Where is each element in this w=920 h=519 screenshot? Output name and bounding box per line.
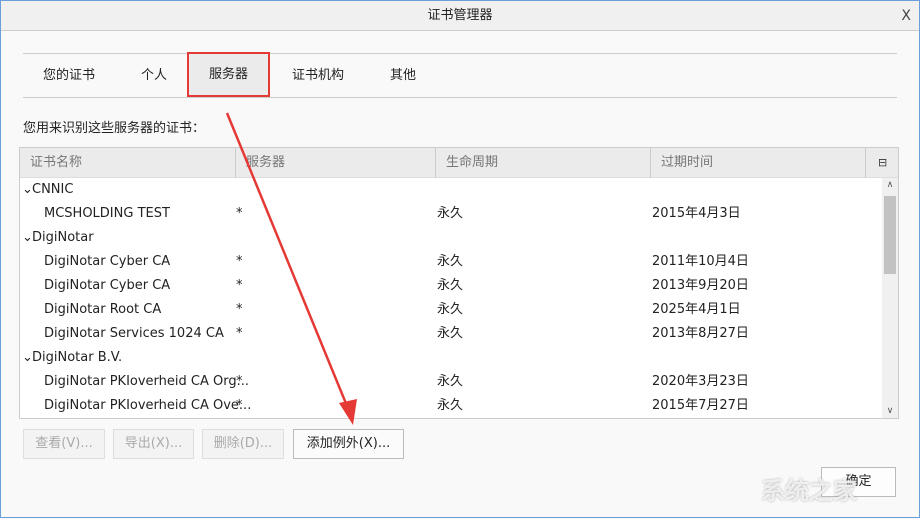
- cert-lifetime: 永久: [437, 326, 464, 341]
- cert-server: *: [236, 374, 243, 389]
- cert-name: DigiNotar PKIoverheid CA Ove...: [44, 398, 252, 413]
- col-server[interactable]: 服务器: [235, 148, 435, 178]
- col-lifetime[interactable]: 生命周期: [435, 148, 650, 178]
- description-label: 您用来识别这些服务器的证书：: [23, 121, 206, 136]
- cert-expires: 2020年3月23日: [652, 374, 749, 389]
- table-row[interactable]: DigiNotar Root CA * 永久 2025年4月1日: [20, 298, 884, 322]
- table-row[interactable]: DigiNotar Services 1024 CA * 永久 2013年8月27日: [20, 322, 884, 346]
- scroll-thumb[interactable]: [884, 196, 896, 274]
- group-name: DigiNotar B.V.: [32, 350, 123, 365]
- cert-expires: 2015年4月3日: [652, 206, 741, 221]
- column-picker-icon[interactable]: ⊟: [865, 148, 898, 178]
- cert-lifetime: 永久: [437, 254, 464, 269]
- add-exception-button[interactable]: 添加例外(X)...: [293, 429, 404, 459]
- tab-authorities[interactable]: 证书机构: [292, 54, 344, 97]
- col-expires[interactable]: 过期时间: [650, 148, 865, 178]
- cert-server: *: [236, 398, 243, 413]
- table-row[interactable]: DigiNotar Cyber CA * 永久 2013年9月20日: [20, 274, 884, 298]
- cert-table: 证书名称 服务器 生命周期 过期时间 ⊟ ⌄ CNNIC MCSHOLDING TE…: [19, 147, 899, 419]
- export-button[interactable]: 导出(X)...: [113, 429, 194, 459]
- cert-name: DigiNotar Root CA: [44, 302, 162, 317]
- cert-server: *: [236, 326, 243, 341]
- group-row[interactable]: ⌄ CNNIC: [20, 178, 884, 202]
- cert-expires: 2011年10月4日: [652, 254, 749, 269]
- close-button[interactable]: X: [901, 1, 911, 31]
- cert-lifetime: 永久: [437, 398, 464, 413]
- col-cert-name[interactable]: 证书名称: [20, 148, 235, 178]
- cert-name: DigiNotar Cyber CA: [44, 254, 171, 269]
- scrollbar[interactable]: ∧ ∨: [882, 178, 898, 418]
- window-title: 证书管理器: [427, 8, 493, 23]
- cert-name: DigiNotar Cyber CA: [44, 278, 171, 293]
- group-name: CNNIC: [32, 182, 74, 197]
- delete-button[interactable]: 删除(D)...: [202, 429, 284, 459]
- table-row[interactable]: DigiNotar Cyber CA * 永久 2011年10月4日: [20, 250, 884, 274]
- tab-your-certs[interactable]: 您的证书: [43, 54, 95, 97]
- table-header: 证书名称 服务器 生命周期 过期时间 ⊟: [20, 148, 898, 178]
- watermark: 系统之家: [761, 477, 857, 505]
- cert-lifetime: 永久: [437, 374, 464, 389]
- cert-server: *: [236, 278, 243, 293]
- group-name: DigiNotar: [32, 230, 94, 245]
- cert-server: *: [236, 254, 243, 269]
- cert-server: *: [236, 206, 243, 221]
- cert-lifetime: 永久: [437, 278, 464, 293]
- cert-expires: 2025年4月1日: [652, 302, 741, 317]
- title-bar: 证书管理器 X: [1, 1, 919, 31]
- cert-name: DigiNotar PKIoverheid CA Org...: [44, 374, 249, 389]
- scroll-up-icon[interactable]: ∧: [882, 180, 898, 190]
- view-button[interactable]: 查看(V)...: [23, 429, 105, 459]
- cert-lifetime: 永久: [437, 302, 464, 317]
- group-row[interactable]: ⌄ DigiNotar B.V.: [20, 346, 884, 370]
- table-row[interactable]: MCSHOLDING TEST * 永久 2015年4月3日: [20, 202, 884, 226]
- cert-server: *: [236, 302, 243, 317]
- cert-name: MCSHOLDING TEST: [44, 206, 170, 221]
- tab-servers[interactable]: 服务器: [187, 52, 271, 97]
- cert-lifetime: 永久: [437, 206, 464, 221]
- scroll-down-icon[interactable]: ∨: [882, 406, 898, 416]
- tab-bar: 您的证书 个人 服务器 证书机构 其他: [23, 52, 897, 98]
- group-row[interactable]: ⌄ DigiNotar: [20, 226, 884, 250]
- cert-expires: 2013年9月20日: [652, 278, 749, 293]
- table-row[interactable]: DigiNotar PKIoverheid CA Ove... * 永久 2015年7…: [20, 394, 884, 418]
- table-row[interactable]: DigiNotar PKIoverheid CA Org... * 永久 2020年3…: [20, 370, 884, 394]
- cert-expires: 2013年8月27日: [652, 326, 749, 341]
- cert-name: DigiNotar Services 1024 CA: [44, 326, 224, 341]
- tab-personal[interactable]: 个人: [141, 54, 167, 97]
- tab-others[interactable]: 其他: [390, 54, 416, 97]
- cert-expires: 2015年7月27日: [652, 398, 749, 413]
